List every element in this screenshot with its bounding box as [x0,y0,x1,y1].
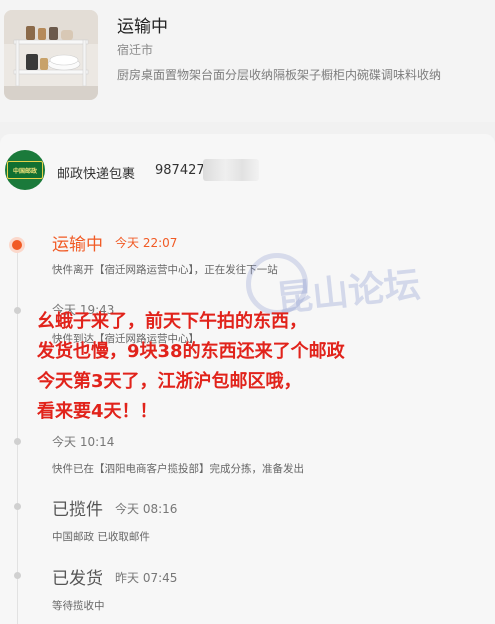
carrier-logo-text: 中国邮政 [7,161,43,179]
annotation-line: 今天第3天了，江浙沪包邮区哦， [37,371,302,392]
order-summary-card[interactable]: 运输中 宿迁市 厨房桌面置物架台面分层收纳隔板架子橱柜内碗碟调味料收纳 [0,0,495,122]
dish-rack-image [4,10,98,100]
tracking-number[interactable]: 987427 [155,163,205,178]
event-time: 昨天 07:45 [115,571,178,585]
product-thumbnail[interactable] [4,10,98,100]
event-time: 今天 10:14 [52,435,115,449]
event-description: 等待揽收中 [52,600,105,612]
china-post-logo-icon: 中国邮政 [5,150,45,190]
event-description: 快件离开【宿迁网路运营中心】，正在发往下一站 [52,264,278,276]
timeline-dot-icon [14,572,21,579]
redacted-tracking-digits [203,159,259,181]
product-name: 厨房桌面置物架台面分层收纳隔板架子橱柜内碗碟调味料收纳 [117,68,442,82]
timeline-line [17,244,18,624]
event-description: 中国邮政 已收取邮件 [52,531,150,543]
event-status: 已发货 [52,569,103,589]
event-status: 已揽件 [52,500,103,520]
event-description: 快件已在【泗阳电商客户揽投部】完成分拣，准备发出 [52,463,304,475]
annotation-line: 发货也慢，9块38的东西还来了个邮政 [37,341,345,362]
timeline-dot-icon [14,503,21,510]
carrier-row[interactable]: 中国邮政 邮政快递包裹 987427 [0,134,495,204]
timeline-dot-icon [14,438,21,445]
annotation-line: 看来要4天！！ [37,401,158,422]
annotation-overlay: 幺蛾子来了，前天下午拍的东西， 发货也慢，9块38的东西还来了个邮政 今天第3天… [37,307,487,427]
shipment-city: 宿迁市 [117,43,154,57]
shipment-status-title: 运输中 [117,17,168,37]
timeline-dot-active-icon [12,240,22,250]
event-time: 今天 08:16 [115,502,178,516]
event-time: 今天 22:07 [115,236,178,250]
annotation-line: 幺蛾子来了，前天下午拍的东西， [37,311,307,332]
timeline-dot-icon [14,307,21,314]
carrier-name: 邮政快递包裹 [57,167,136,182]
event-status: 运输中 [52,235,103,255]
